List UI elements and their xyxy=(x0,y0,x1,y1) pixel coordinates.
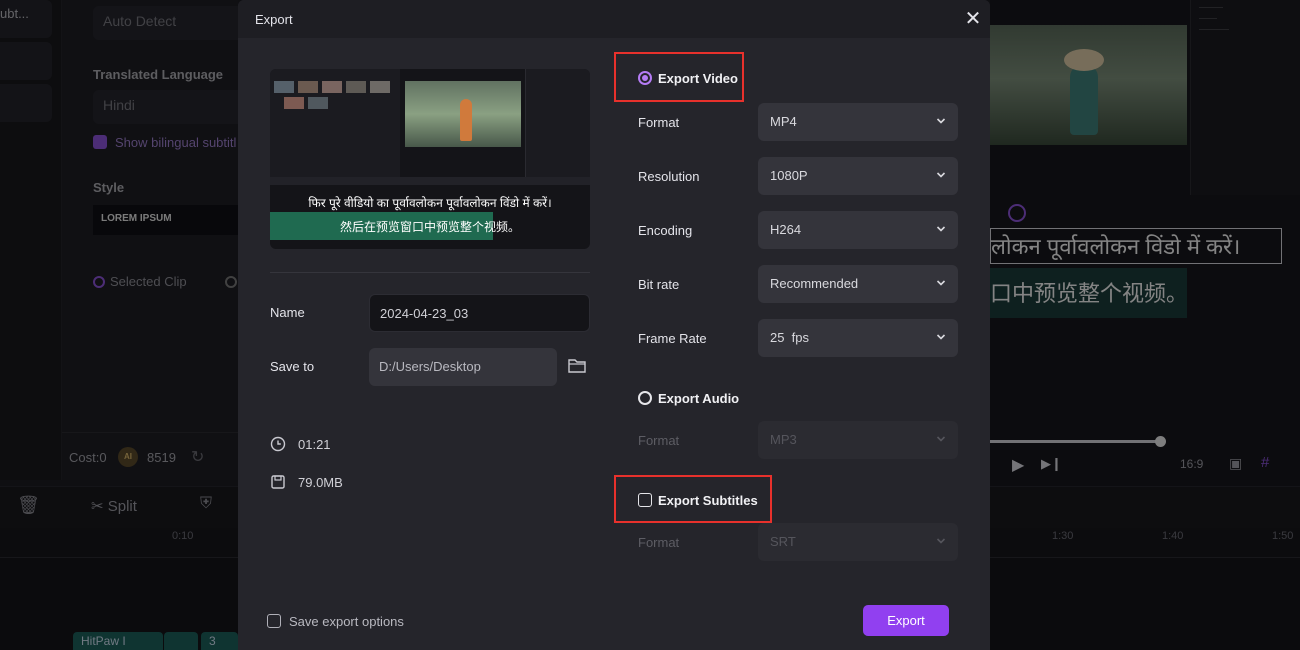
resolution-label: Resolution xyxy=(638,169,700,184)
export-video-title: Export Video xyxy=(658,71,738,86)
resolution-value: 1080P xyxy=(770,168,808,183)
file-size-value: 79.0MB xyxy=(298,475,343,490)
name-input[interactable] xyxy=(369,294,590,332)
thumb-toolbar xyxy=(270,177,590,185)
audio-format-value: MP3 xyxy=(770,432,797,447)
subtitle-format-value: SRT xyxy=(770,534,796,549)
video-format-value: MP4 xyxy=(770,114,797,129)
subtitle-format-select: SRT xyxy=(758,523,958,561)
chevron-down-icon xyxy=(936,172,946,178)
subtitle-format-label: Format xyxy=(638,535,680,550)
name-label: Name xyxy=(270,305,305,320)
encoding-label: Encoding xyxy=(638,223,693,238)
thumb-subtitle-chinese: 然后在预览窗口中预览整个视频。 xyxy=(339,220,520,234)
encoding-value: H264 xyxy=(770,222,802,237)
export-video-radio[interactable] xyxy=(638,71,652,85)
bitrate-select[interactable]: Recommended xyxy=(758,265,958,303)
audio-format-label: Format xyxy=(638,433,680,448)
thumb-media-item xyxy=(308,97,328,109)
chevron-down-icon xyxy=(936,436,946,442)
clock-icon xyxy=(270,436,286,452)
thumb-media-item xyxy=(274,81,294,93)
encoding-select[interactable]: H264 xyxy=(758,211,958,249)
chevron-down-icon xyxy=(936,538,946,544)
thumb-video-subject xyxy=(460,99,472,141)
save-export-options-checkbox[interactable] xyxy=(267,614,281,628)
format-label: Format xyxy=(638,115,680,130)
export-button[interactable]: Export xyxy=(863,605,949,636)
video-format-select[interactable]: MP4 xyxy=(758,103,958,141)
thumb-media-item xyxy=(346,81,366,93)
thumb-subtitle-hindi: फिर पूरे वीडियो का पूर्वावलोकन पूर्वावलो… xyxy=(308,196,552,210)
chevron-down-icon xyxy=(936,118,946,124)
thumb-media-item xyxy=(298,81,318,93)
framerate-select[interactable]: 25 fps xyxy=(758,319,958,357)
thumb-media-item xyxy=(284,97,304,109)
duration-value: 01:21 xyxy=(298,437,331,452)
section-divider xyxy=(270,272,590,273)
bitrate-value: Recommended xyxy=(770,276,859,291)
save-export-options-label: Save export options xyxy=(289,614,404,629)
export-preview-thumbnail: फिर पूरे वीडियो का पूर्वावलोकन पूर्वावलो… xyxy=(270,69,590,249)
bitrate-label: Bit rate xyxy=(638,277,680,292)
export-audio-radio[interactable] xyxy=(638,391,652,405)
thumb-media-item xyxy=(322,81,342,93)
folder-icon[interactable] xyxy=(568,358,586,373)
framerate-value: 25 fps xyxy=(770,330,810,345)
dialog-title: Export xyxy=(255,12,293,27)
save-to-field[interactable]: D:/Users/Desktop xyxy=(369,348,557,386)
chevron-down-icon xyxy=(936,334,946,340)
thumb-properties xyxy=(525,69,590,177)
audio-format-select: MP3 xyxy=(758,421,958,459)
framerate-label: Frame Rate xyxy=(638,331,707,346)
export-subtitles-checkbox[interactable] xyxy=(638,493,652,507)
thumb-media-item xyxy=(370,81,390,93)
thumb-video-frame xyxy=(405,81,521,147)
export-subtitles-title: Export Subtitles xyxy=(658,493,758,508)
file-size-icon xyxy=(271,475,285,489)
dialog-header xyxy=(238,0,990,38)
export-dialog: Export ✕ फिर पूरे वीडियो का पूर्वावलोकन … xyxy=(238,0,990,650)
save-to-label: Save to xyxy=(270,359,315,374)
resolution-select[interactable]: 1080P xyxy=(758,157,958,195)
export-audio-title: Export Audio xyxy=(658,391,740,406)
thumb-media-panel xyxy=(270,69,400,177)
close-icon[interactable]: ✕ xyxy=(962,8,984,30)
chevron-down-icon xyxy=(936,226,946,232)
chevron-down-icon xyxy=(936,280,946,286)
